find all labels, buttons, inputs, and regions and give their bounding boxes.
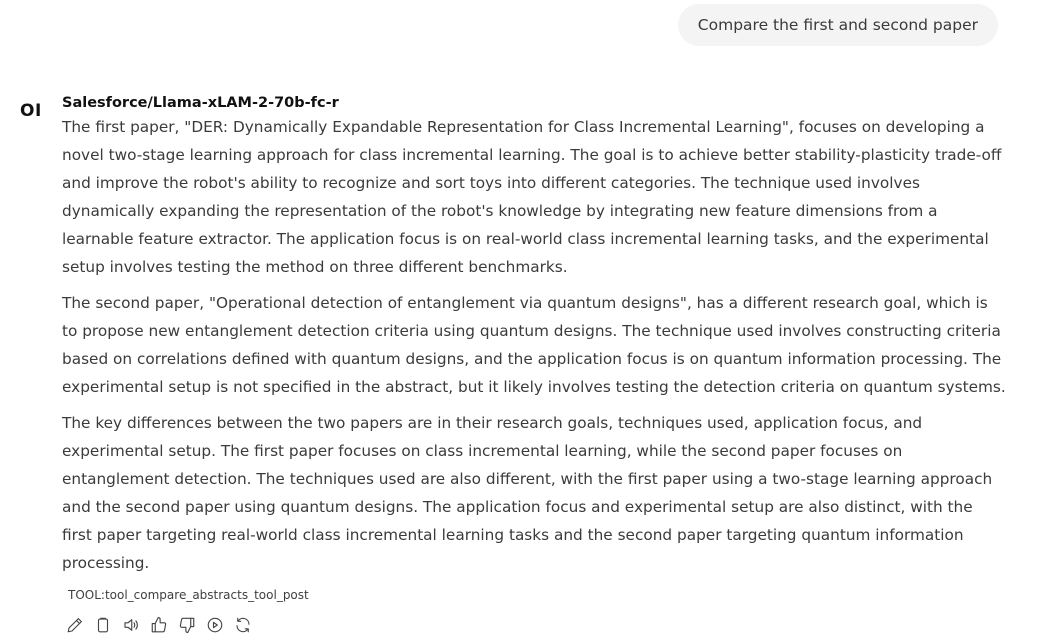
- assistant-message: Salesforce/Llama-xLAM-2-70b-fc-r The fir…: [62, 93, 1007, 634]
- thumbs-up-icon: [151, 616, 167, 633]
- copy-button[interactable]: [94, 616, 112, 634]
- read-aloud-button[interactable]: [122, 616, 140, 634]
- regenerate-button[interactable]: [234, 616, 252, 634]
- speaker-icon: [124, 619, 138, 631]
- play-circle-icon: [207, 617, 223, 633]
- edit-button[interactable]: [66, 616, 84, 634]
- assistant-message-body: The first paper, "DER: Dynamically Expan…: [62, 113, 1007, 577]
- user-message-text: Compare the first and second paper: [697, 16, 978, 34]
- message-paragraph: The first paper, "DER: Dynamically Expan…: [62, 118, 1002, 276]
- bad-response-button[interactable]: [178, 616, 196, 634]
- pencil-icon: [67, 618, 82, 633]
- message-paragraph: The second paper, "Operational detection…: [62, 294, 1006, 396]
- user-message-bubble: Compare the first and second paper: [677, 4, 998, 46]
- clipboard-icon: [97, 617, 109, 633]
- refresh-icon: [236, 617, 250, 633]
- thumbs-down-icon: [179, 617, 195, 634]
- model-name: Salesforce/Llama-xLAM-2-70b-fc-r: [62, 95, 339, 111]
- assistant-avatar: OI: [20, 101, 42, 121]
- message-paragraph: The key differences between the two pape…: [62, 414, 993, 572]
- continue-button[interactable]: [206, 616, 224, 634]
- good-response-button[interactable]: [150, 616, 168, 634]
- message-actions-toolbar: [66, 616, 1007, 634]
- tool-call-label: TOOL:tool_compare_abstracts_tool_post: [68, 588, 309, 602]
